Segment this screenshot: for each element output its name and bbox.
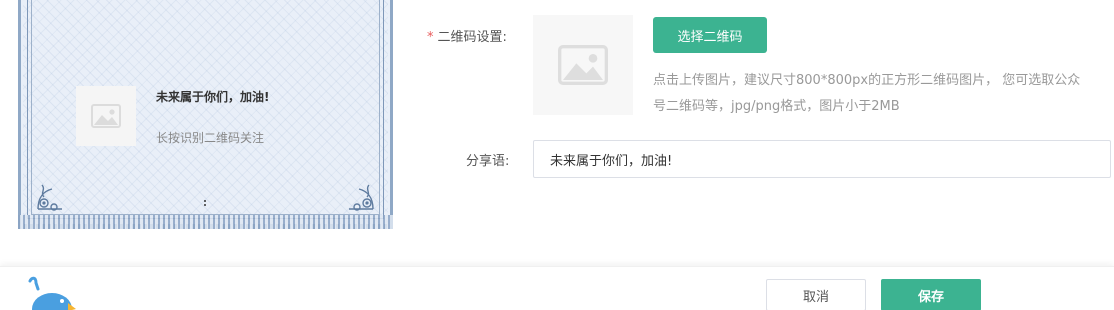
certificate-bottom-band xyxy=(18,215,393,229)
save-button[interactable]: 保存 xyxy=(881,279,981,310)
certificate-preview: 未来属于你们，加油! 长按识别二维码关注 xyxy=(18,0,393,229)
preview-title: 未来属于你们，加油! xyxy=(156,90,270,104)
preview-qr-placeholder xyxy=(76,86,136,146)
qr-image-preview[interactable] xyxy=(533,15,633,115)
image-placeholder-icon xyxy=(91,104,121,128)
cancel-button[interactable]: 取消 xyxy=(766,279,866,310)
corner-ornament-icon xyxy=(37,184,62,211)
footer-bar: 取消 保存 xyxy=(0,266,1114,310)
mascot-bird-icon xyxy=(28,276,76,310)
qr-upload-hint: 点击上传图片，建议尺寸800*800px的正方形二维码图片， 您可选取公众号二维… xyxy=(653,73,1081,114)
required-mark: * xyxy=(427,30,434,45)
corner-ornament-icon xyxy=(349,184,374,211)
image-placeholder-icon xyxy=(558,45,608,85)
qr-setting-label-text: 二维码设置: xyxy=(437,30,507,45)
ornament-dots-icon xyxy=(204,200,206,206)
share-text-input[interactable] xyxy=(533,140,1111,178)
preview-subtitle: 长按识别二维码关注 xyxy=(156,131,265,145)
qr-setting-label: * 二维码设置: xyxy=(427,26,507,45)
select-qr-button[interactable]: 选择二维码 xyxy=(653,17,767,53)
share-text-label: 分享语: xyxy=(466,154,510,169)
